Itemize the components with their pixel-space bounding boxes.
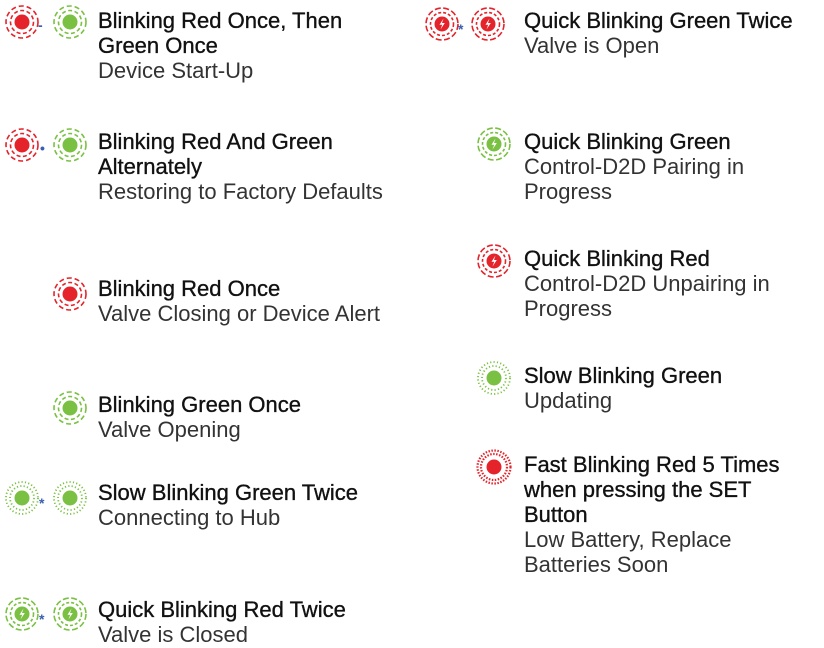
- separator-dot: •: [40, 140, 45, 156]
- led-title: Quick Blinking Red Twice: [98, 597, 346, 622]
- led-description: Device Start-Up: [98, 58, 254, 83]
- led-icon-group: -: [4, 4, 94, 40]
- green-quick-light-icon: [4, 596, 40, 632]
- green-dotted-light-icon: [476, 360, 512, 396]
- green-dashed-light-icon: [52, 390, 88, 426]
- led-icon-group: *: [4, 596, 94, 632]
- led-icon-group: [476, 449, 516, 485]
- separator-dash: -: [38, 17, 43, 33]
- led-icon-group: [476, 126, 516, 162]
- red-quick-light-icon: [424, 6, 460, 42]
- led-description: Low Battery, Replace Batteries Soon: [524, 527, 732, 577]
- led-title: Blinking Red Once: [98, 276, 281, 301]
- led-description: Valve is Closed: [98, 622, 248, 647]
- led-icon-group: *: [424, 6, 514, 42]
- red-quick-light-icon: [470, 6, 506, 42]
- red-fast-light-icon: [476, 449, 512, 485]
- led-description: Control-D2D Unpairing in Progress: [524, 271, 770, 321]
- led-icon-group: [476, 360, 516, 396]
- led-description: Updating: [524, 388, 613, 413]
- led-description: Control-D2D Pairing in Progress: [524, 154, 745, 204]
- red-dashed-light-icon: [4, 4, 40, 40]
- led-title: Quick Blinking Red: [524, 246, 710, 271]
- led-title: Blinking Red Once, Then Green Once: [98, 8, 343, 58]
- separator-star: *: [39, 495, 45, 511]
- red-quick-light-icon: [476, 243, 512, 279]
- led-description: Connecting to Hub: [98, 505, 281, 530]
- green-dotted-light-icon: [52, 480, 88, 516]
- led-description: Valve is Open: [524, 33, 660, 58]
- led-title: Blinking Green Once: [98, 392, 301, 417]
- led-description: Valve Opening: [98, 417, 241, 442]
- led-title: Fast Blinking Red 5 Times when pressing …: [524, 452, 780, 527]
- led-icon-group: •: [4, 127, 94, 163]
- green-quick-light-icon: [476, 126, 512, 162]
- green-dashed-light-icon: [52, 4, 88, 40]
- red-dashed-light-icon: [52, 276, 88, 312]
- led-icon-group: *: [4, 480, 94, 516]
- led-description: Restoring to Factory Defaults: [98, 179, 383, 204]
- led-title: Slow Blinking Green: [524, 363, 723, 388]
- led-title: Blinking Red And Green Alternately: [98, 129, 333, 179]
- green-dotted-light-icon: [4, 480, 40, 516]
- green-quick-light-icon: [52, 596, 88, 632]
- led-icon-group: [476, 243, 516, 279]
- separator-star: *: [39, 611, 45, 627]
- led-title: Quick Blinking Green: [524, 129, 731, 154]
- led-description: Valve Closing or Device Alert: [98, 301, 381, 326]
- led-title: Quick Blinking Green Twice: [524, 8, 793, 33]
- separator-star: *: [458, 21, 464, 37]
- led-title: Slow Blinking Green Twice: [98, 480, 359, 505]
- green-dashed-light-icon: [52, 127, 88, 163]
- led-icon-group: [52, 390, 92, 426]
- led-icon-group: [52, 276, 92, 312]
- red-dashed-light-icon: [4, 127, 40, 163]
